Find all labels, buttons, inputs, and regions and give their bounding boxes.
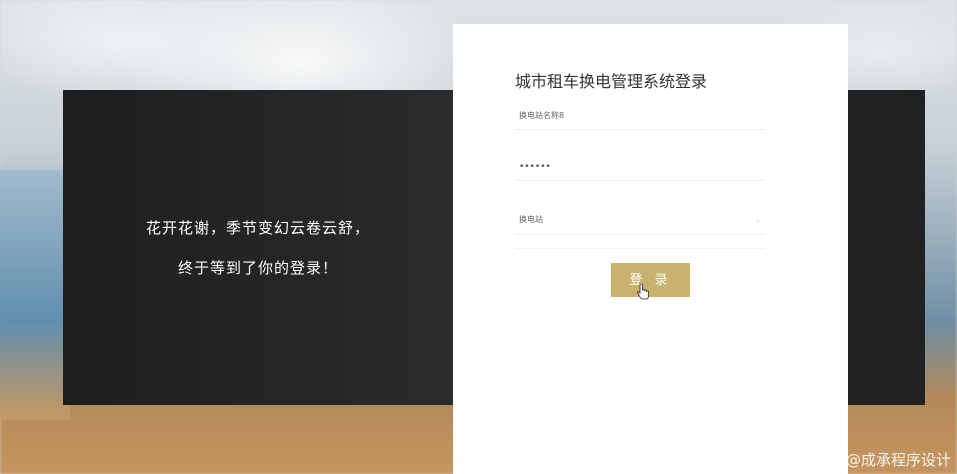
- username-input[interactable]: [515, 103, 773, 128]
- watermark: CSDN @成承程序设计: [798, 451, 951, 469]
- slogan: 花开花谢，季节变幻云卷云舒， 终于等到了你的登录！: [63, 90, 453, 405]
- slogan-line-1: 花开花谢，季节变幻云卷云舒，: [145, 218, 370, 237]
- password-input[interactable]: [515, 155, 773, 179]
- login-button[interactable]: 登 录: [611, 263, 690, 297]
- role-select-underline: [515, 234, 765, 249]
- login-title: 城市租车换电管理系统登录: [515, 72, 708, 91]
- hand-cursor-icon: [637, 284, 649, 300]
- slogan-line-2: 终于等到了你的登录！: [177, 258, 338, 277]
- background-water: [0, 170, 70, 420]
- login-panel: 城市租车换电管理系统登录 换电站 ⌄ 登 录: [453, 24, 848, 474]
- role-select[interactable]: 换电站 ⌄: [515, 208, 765, 235]
- username-field-wrapper: [515, 103, 773, 130]
- role-select-value: 换电站: [519, 215, 543, 224]
- password-field-wrapper: [515, 154, 773, 181]
- chevron-down-icon: ⌄: [755, 216, 761, 224]
